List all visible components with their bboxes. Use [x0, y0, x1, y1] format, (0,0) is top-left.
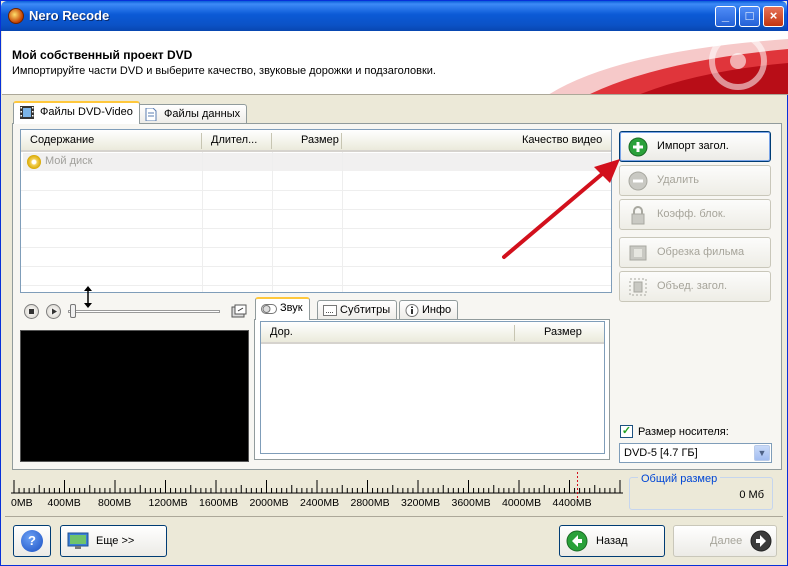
subtitles-icon [323, 305, 337, 316]
tab-info-label: Инфо [422, 304, 452, 316]
page-title: Мой собственный проект DVD [12, 48, 193, 62]
media-size-label: Размер носителя: [638, 426, 729, 438]
delete-label: Удалить [657, 174, 699, 186]
sound-toggle-icon [261, 304, 277, 314]
more-label: Еще >> [96, 535, 135, 547]
stop-button[interactable] [24, 304, 39, 319]
import-title-label: Импорт загол. [657, 140, 729, 152]
page-subtitle: Импортируйте части DVD и выберите качест… [12, 65, 436, 77]
ruler-tick-label: 2800MB [350, 497, 390, 509]
tab-sound-label: Звук [280, 302, 303, 314]
ruler-tick-label: 400MB [47, 497, 81, 509]
media-size-checkbox[interactable]: ✓ [620, 425, 633, 438]
wizard-header: Мой собственный проект DVD Импортируйте … [2, 31, 788, 95]
resize-splitter-icon[interactable] [82, 286, 94, 308]
ruler-tick-label: 4400MB [552, 497, 592, 509]
lock-icon [631, 206, 645, 225]
next-button[interactable]: Далее [673, 525, 777, 557]
next-label: Далее [710, 535, 743, 547]
remove-icon [628, 171, 648, 191]
audio-table-header: Дор. Размер [261, 322, 604, 344]
annotation-arrow [502, 159, 620, 259]
tab-dvd-video[interactable]: Файлы DVD-Video [13, 101, 140, 124]
back-button[interactable]: Назад [559, 525, 665, 557]
window-title: Nero Recode [29, 8, 110, 23]
ruler-tick-label: 3600MB [451, 497, 491, 509]
ruler-tick-label: 3200MB [401, 497, 441, 509]
block-ratio-button[interactable]: Коэфф. блок. [619, 199, 771, 230]
header-banner-art [549, 32, 788, 94]
column-video-quality[interactable]: Качество видео [522, 134, 602, 146]
back-label: Назад [596, 535, 628, 547]
play-icon [52, 308, 57, 315]
video-preview [20, 330, 249, 462]
disc-icon [27, 155, 41, 169]
play-button[interactable] [46, 304, 61, 319]
ruler-tick-label: 0MB [11, 497, 33, 509]
monitor-icon [67, 532, 89, 549]
footer-divider [5, 516, 783, 517]
app-window: Nero Recode _ □ × Мой собственный проект… [0, 0, 788, 566]
add-icon [628, 137, 648, 157]
nero-logo-icon [8, 8, 24, 24]
help-button[interactable]: ? [13, 525, 51, 557]
chevron-down-icon[interactable]: ▼ [754, 445, 770, 461]
seek-handle[interactable] [70, 304, 76, 318]
ruler-scale [11, 472, 623, 498]
block-ratio-label: Коэфф. блок. [657, 208, 726, 220]
document-icon [145, 108, 157, 121]
row-content: Мой диск [45, 155, 93, 167]
close-button[interactable]: × [763, 6, 784, 27]
more-button[interactable]: Еще >> [60, 525, 167, 557]
table-header: Содержание Длител... Размер Качество вид… [21, 130, 611, 152]
tab-sound[interactable]: Звук [255, 297, 310, 320]
maximize-button[interactable]: □ [739, 6, 760, 27]
merge-icon [629, 278, 647, 296]
film-icon [20, 106, 34, 119]
merge-titles-label: Объед. загол. [657, 280, 728, 292]
ruler-tick-label: 4000MB [502, 497, 542, 509]
column-duration[interactable]: Длител... [211, 134, 257, 146]
ruler-tick-label: 1600MB [199, 497, 239, 509]
film-cut-label: Обрезка фильма [657, 246, 745, 258]
media-type-select[interactable]: DVD-5 [4.7 ГБ] ▼ [619, 443, 772, 463]
info-icon [405, 304, 419, 317]
tab-subtitles-label: Субтитры [340, 304, 391, 316]
ruler-tick-label: 800MB [98, 497, 132, 509]
tab-dvd-video-label: Файлы DVD-Video [40, 106, 133, 118]
tab-info[interactable]: Инфо [399, 300, 459, 321]
column-content[interactable]: Содержание [30, 134, 94, 146]
column-track[interactable]: Дор. [270, 326, 293, 338]
tab-data-files-label: Файлы данных [164, 108, 241, 120]
next-arrow-icon [750, 530, 772, 552]
total-size-box: Общий размер 0 Мб [629, 473, 773, 510]
merge-titles-button[interactable]: Объед. загол. [619, 271, 771, 302]
stop-icon [29, 309, 34, 314]
ruler-tick-label: 2400MB [300, 497, 340, 509]
capacity-ruler: 0MB 400MB 800MB 1200MB 1600MB 2000MB 2400MB 280… [11, 472, 623, 512]
total-size-title: Общий размер [638, 473, 721, 485]
title-bar[interactable]: Nero Recode _ □ × [1, 1, 787, 31]
minimize-button[interactable]: _ [715, 6, 736, 27]
total-size-value: 0 Мб [739, 489, 764, 501]
seek-track[interactable] [68, 310, 220, 313]
import-title-button[interactable]: Импорт загол. [619, 131, 771, 162]
delete-button[interactable]: Удалить [619, 165, 771, 196]
column-size[interactable]: Размер [301, 134, 339, 146]
column-track-size[interactable]: Размер [544, 326, 582, 338]
tab-data-files[interactable]: Файлы данных [137, 104, 248, 125]
tab-subtitles[interactable]: Субтитры [317, 300, 398, 321]
audio-tracks-table[interactable]: Дор. Размер [260, 321, 605, 454]
help-icon: ? [21, 530, 43, 552]
snapshot-icon[interactable] [231, 304, 247, 319]
ruler-tick-label: 1200MB [148, 497, 188, 509]
ruler-tick-label: 2000MB [249, 497, 289, 509]
media-type-value: DVD-5 [4.7 ГБ] [624, 447, 698, 459]
back-arrow-icon [566, 530, 588, 552]
film-cut-icon [629, 245, 647, 261]
film-cut-button[interactable]: Обрезка фильма [619, 237, 771, 268]
